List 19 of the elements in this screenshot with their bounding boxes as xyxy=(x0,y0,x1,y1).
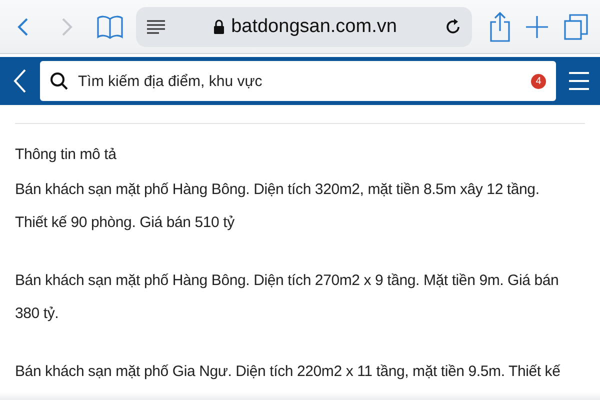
tabs-icon[interactable] xyxy=(564,14,588,40)
back-icon[interactable] xyxy=(12,68,28,94)
reader-icon[interactable] xyxy=(146,18,166,34)
bookmarks-icon[interactable] xyxy=(96,14,124,40)
lock-icon xyxy=(213,19,226,34)
description-paragraph: Bán khách sạn mặt phố Gia Ngư. Diện tích 220m2 x 11 tầng, mặt tiền 9.5m. Thiết kế xyxy=(15,362,562,382)
search-bar[interactable]: Tìm kiếm địa điểm, khu vực 4 xyxy=(40,61,556,101)
section-title: Thông tin mô tả xyxy=(15,146,118,163)
menu-icon[interactable] xyxy=(568,71,590,91)
share-icon[interactable] xyxy=(488,12,512,42)
reload-icon[interactable] xyxy=(444,18,462,36)
description-paragraph: Bán khách sạn mặt phố Hàng Bông. Diện tích 270m2 x 9 tầng. Mặt tiền 9m. Giá bán 380 tỷ. xyxy=(15,271,560,324)
notification-badge: 4 xyxy=(531,74,546,88)
description-paragraph: Bán khách sạn mặt phố Hàng Bông. Diện tích 320m2, mặt tiền 8.5m xây 12 tầng. Thiết kế 90 phòng. Giá bán 510 tỷ xyxy=(15,180,540,233)
address-bar[interactable]: batdongsan.com.vn xyxy=(136,6,472,46)
plus-icon[interactable] xyxy=(526,16,548,38)
search-icon xyxy=(50,72,68,90)
search-field[interactable]: Tìm kiếm địa điểm, khu vực xyxy=(78,72,521,90)
url-text: batdongsan.com.vn xyxy=(231,16,397,38)
